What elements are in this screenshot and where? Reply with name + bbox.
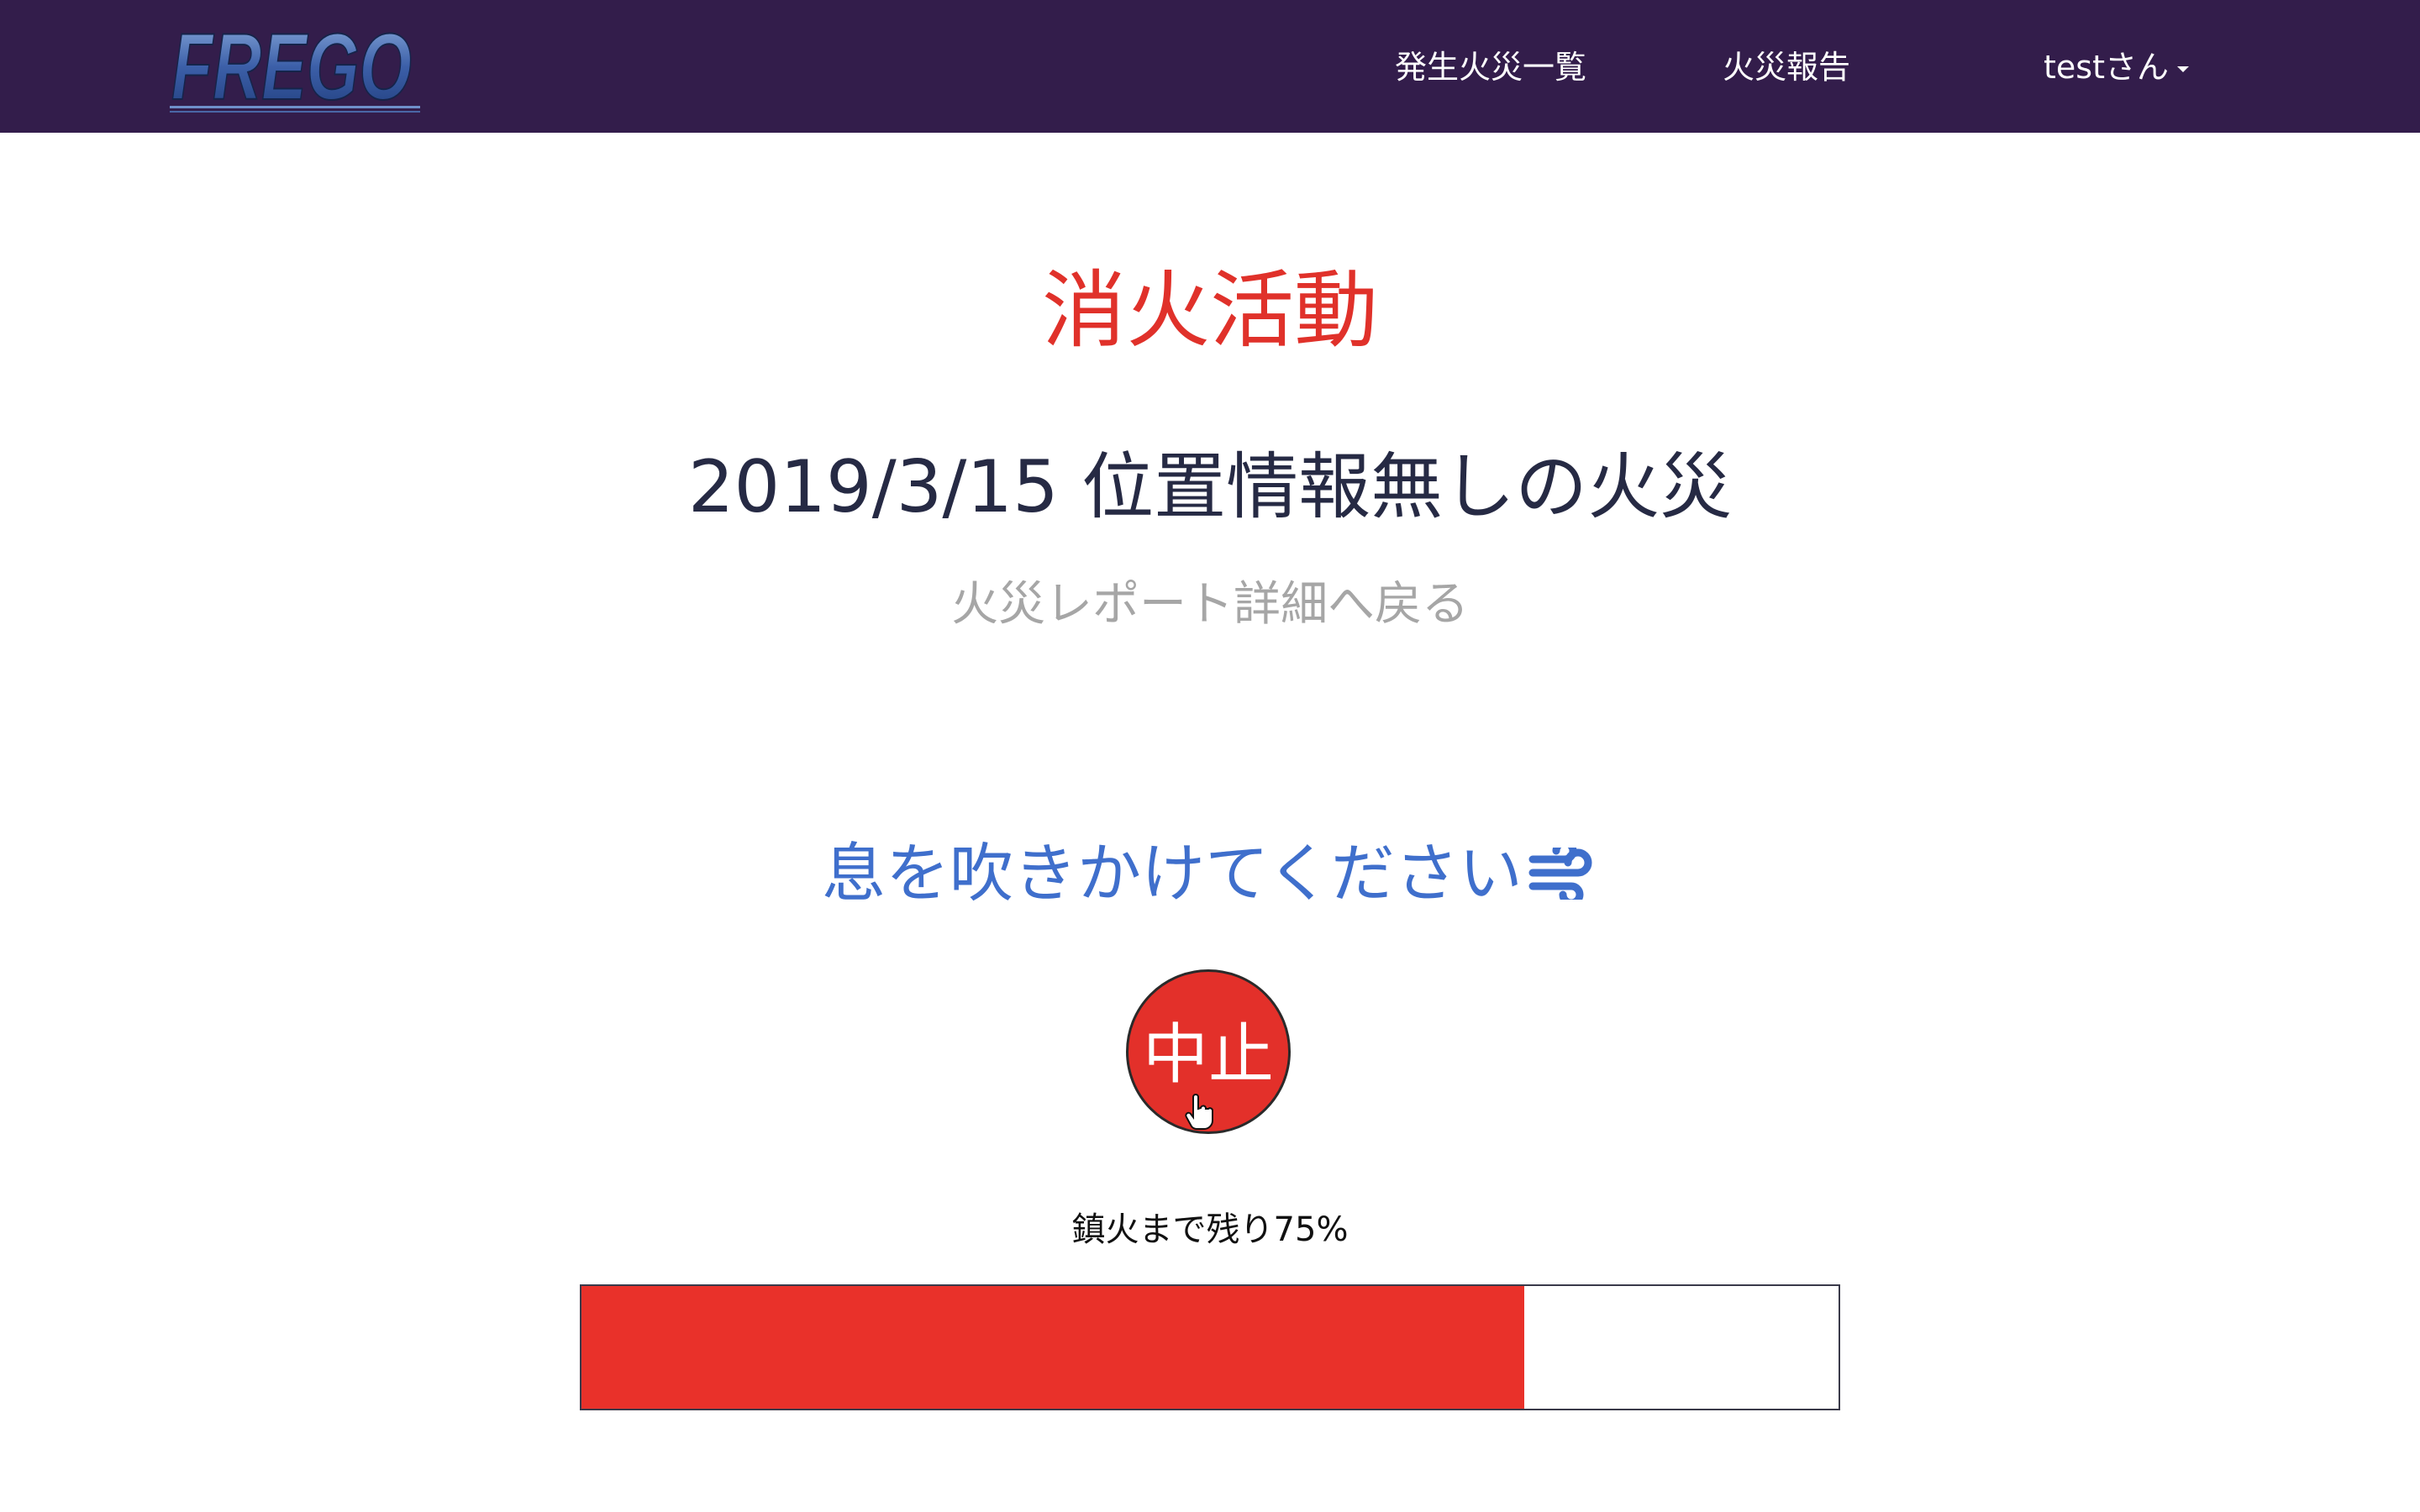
fire-name: 2019/3/15 位置情報無しの火災 <box>687 445 1733 529</box>
blow-instruction: 息を吹きかけてください <box>0 832 2420 920</box>
navbar: FREGO 発生火災一覧 火災報告 testさん <box>0 0 2420 133</box>
caret-down-icon <box>2176 66 2189 72</box>
nav-fire-list[interactable]: 発生火災一覧 <box>1395 42 1586 92</box>
progress-fill <box>581 1286 1524 1409</box>
user-name: testさん <box>2044 49 2169 86</box>
instruction-text: 息を吹きかけてください <box>822 836 1523 911</box>
back-link-row: 火災レポート詳細へ戻る <box>0 571 2420 638</box>
extinguish-status: 鎮火まで残り75% <box>1071 1210 1349 1249</box>
hand-cursor-icon <box>1185 1094 1213 1130</box>
logo-text: FREGO <box>171 14 412 116</box>
back-to-report-link[interactable]: 火災レポート詳細へ戻る <box>951 577 1469 632</box>
frego-logo-image: FREGO <box>170 13 420 116</box>
frego-logo[interactable]: FREGO <box>166 8 427 116</box>
page-title: 消火活動 <box>1042 261 1378 360</box>
nav-fire-report[interactable]: 火災報告 <box>1723 42 1850 92</box>
extinguish-progress-bar <box>580 1284 1840 1410</box>
user-menu[interactable]: testさん <box>2044 42 2189 92</box>
wind-icon <box>1528 836 1598 920</box>
